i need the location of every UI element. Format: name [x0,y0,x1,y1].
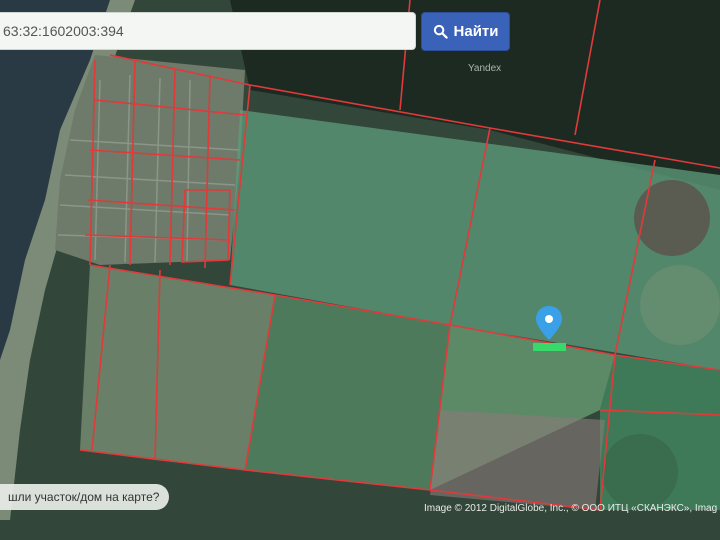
map-provider-label: Yandex [468,63,502,74]
satellite-map[interactable] [0,0,720,540]
search-button[interactable]: Найти [421,12,510,51]
pink-field [430,410,605,510]
marker-dot [545,315,553,323]
lower-field-left [80,265,275,470]
selected-parcel [533,343,566,351]
search-button-label: Найти [453,23,499,40]
find-on-map-hint[interactable]: шли участок/дом на карте? [0,484,170,510]
imagery-copyright: Image © 2012 DigitalGlobe, Inc., © ООО И… [424,503,718,514]
irrigation-circle-1 [634,180,710,256]
irrigation-circle-2 [640,265,720,345]
search-icon [433,24,448,39]
lower-field-mid [245,295,450,490]
irrigation-circle-3 [602,434,678,510]
cadastral-search-input[interactable] [0,12,416,50]
